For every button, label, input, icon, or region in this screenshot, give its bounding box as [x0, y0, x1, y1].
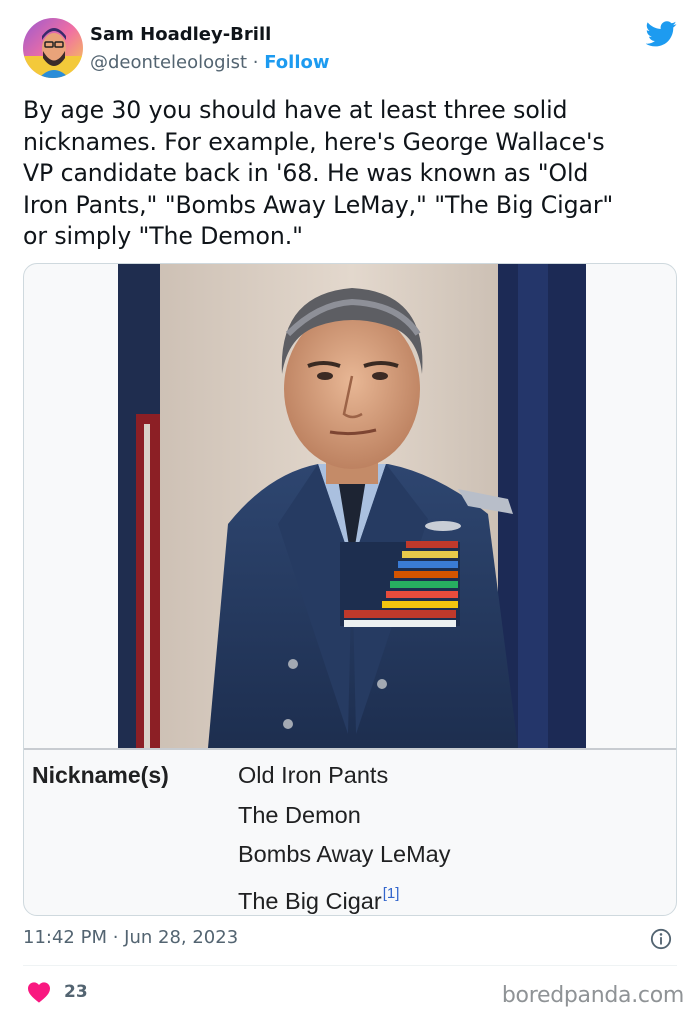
- nickname-text: The Big Cigar: [238, 887, 382, 914]
- divider: [23, 965, 677, 966]
- nicknames-label: Nickname(s): [32, 762, 169, 788]
- nickname-item: The Demon: [238, 801, 361, 828]
- author-block: Sam Hoadley-Brill @deonteleologist · Fol…: [90, 23, 330, 76]
- heart-icon: [28, 982, 50, 1003]
- avatar-illustration: [23, 18, 83, 78]
- media-card[interactable]: Nickname(s) Old Iron Pants The Demon Bom…: [23, 263, 677, 916]
- tweet-text: By age 30 you should have at least three…: [23, 96, 614, 250]
- separator: ·: [252, 52, 259, 73]
- portrait-photo[interactable]: [118, 264, 586, 748]
- tweet-header: Sam Hoadley-Brill @deonteleologist · Fol…: [23, 17, 683, 81]
- like-count: 23: [64, 982, 88, 1002]
- nickname-item: Old Iron Pants: [238, 762, 389, 788]
- twitter-bird-icon[interactable]: [646, 21, 677, 47]
- reference-link[interactable]: [1]: [383, 885, 400, 902]
- display-name[interactable]: Sam Hoadley-Brill: [90, 23, 330, 47]
- nickname-item-last: The Big Cigar[1]: [238, 880, 450, 916]
- nickname-item: Bombs Away LeMay: [238, 841, 451, 867]
- handle[interactable]: @deonteleologist: [90, 52, 247, 73]
- follow-button[interactable]: Follow: [264, 52, 329, 73]
- avatar[interactable]: [23, 18, 83, 78]
- timestamp[interactable]: 11:42 PM · Jun 28, 2023: [23, 927, 238, 948]
- info-icon[interactable]: [650, 928, 672, 950]
- watermark: boredpanda.com: [501, 983, 684, 1008]
- handle-line: @deonteleologist · Follow: [90, 50, 330, 76]
- like-button[interactable]: 23: [27, 980, 88, 1004]
- infobox-divider: [24, 748, 676, 750]
- nickname-list: Old Iron Pants The Demon Bombs Away LeMa…: [238, 761, 451, 916]
